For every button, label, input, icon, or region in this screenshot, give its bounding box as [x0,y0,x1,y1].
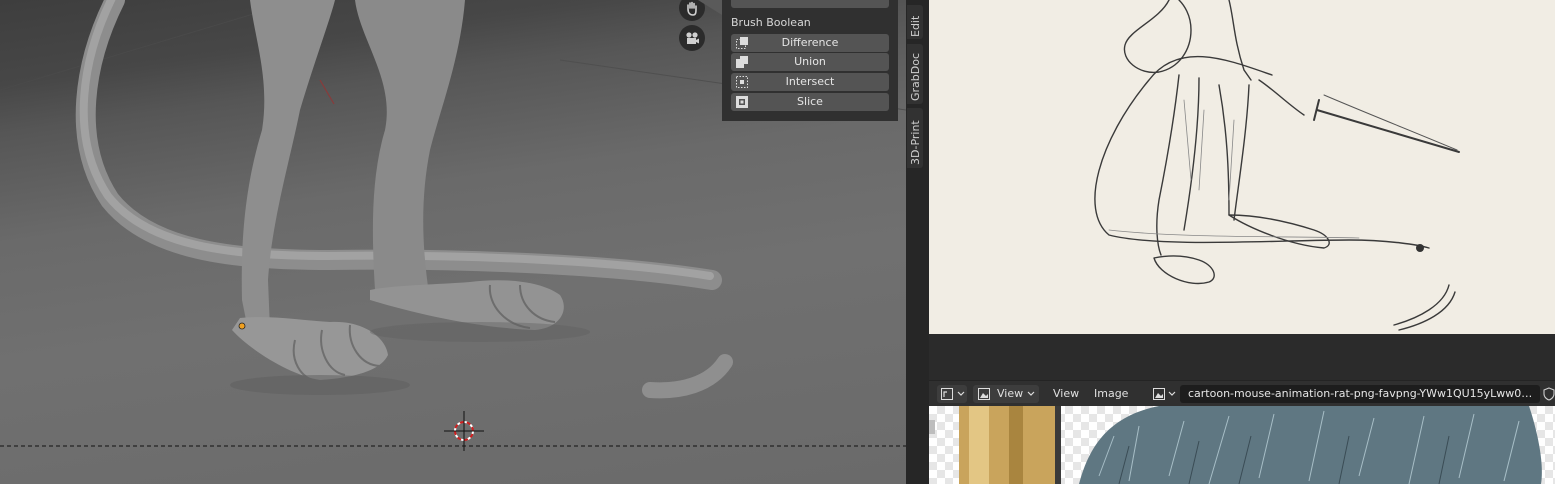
3d-cursor[interactable] [444,411,484,451]
intersect-button[interactable]: Intersect [731,73,889,91]
fake-user-shield-icon[interactable] [1543,387,1555,401]
tab-edit-label: Edit [909,15,922,37]
slice-label: Slice [797,95,823,108]
image-editor-canvas[interactable] [929,406,1555,484]
tab-edit[interactable]: Edit [907,5,923,39]
view-mode-dropdown[interactable]: View [973,385,1039,403]
mouse-sketch-drawing [1094,0,1460,331]
chevron-down-icon [1027,391,1035,396]
brush-boolean-panel: Brush Boolean Difference Union Intersect… [722,0,898,121]
editor-type-button[interactable] [937,385,967,403]
canvas-scroll-handle[interactable] [929,420,935,434]
view-mode-label: View [997,387,1024,400]
tab-grabdoc-label: GrabDoc [909,52,922,101]
tab-grabdoc[interactable]: GrabDoc [907,44,923,104]
image-menu[interactable]: Image [1094,387,1128,400]
difference-button[interactable]: Difference [731,34,889,52]
browse-image-button[interactable] [1151,385,1179,403]
image-browse-icon [1153,388,1165,400]
difference-label: Difference [781,36,839,49]
union-button[interactable]: Union [731,53,889,71]
camera-icon[interactable] [679,25,705,51]
union-label: Union [794,55,826,68]
image-icon [978,388,990,400]
chevron-down-icon [1168,391,1176,396]
fur-image [959,406,1542,484]
panel-section-title: Brush Boolean [731,16,811,29]
reference-sketch-image [929,0,1555,334]
image-editor-empty-area [929,334,1555,380]
view-menu[interactable]: View [1053,387,1079,400]
image-name-text: cartoon-mouse-animation-rat-png-favpng-Y… [1188,387,1538,400]
3d-viewport[interactable]: Brush Boolean Difference Union Intersect… [0,0,906,484]
image-editor-header: View View Image cartoon-mouse-animation-… [929,380,1555,407]
tab-3d-print[interactable]: 3D-Print [907,108,923,168]
panel-button-partial[interactable] [731,0,889,8]
image-name-field[interactable]: cartoon-mouse-animation-rat-png-favpng-Y… [1180,385,1540,403]
slice-button[interactable]: Slice [731,93,889,111]
intersect-label: Intersect [785,75,835,88]
chevron-down-icon [957,391,965,396]
image-editor-icon [941,388,953,400]
tab-3d-print-label: 3D-Print [909,120,922,165]
